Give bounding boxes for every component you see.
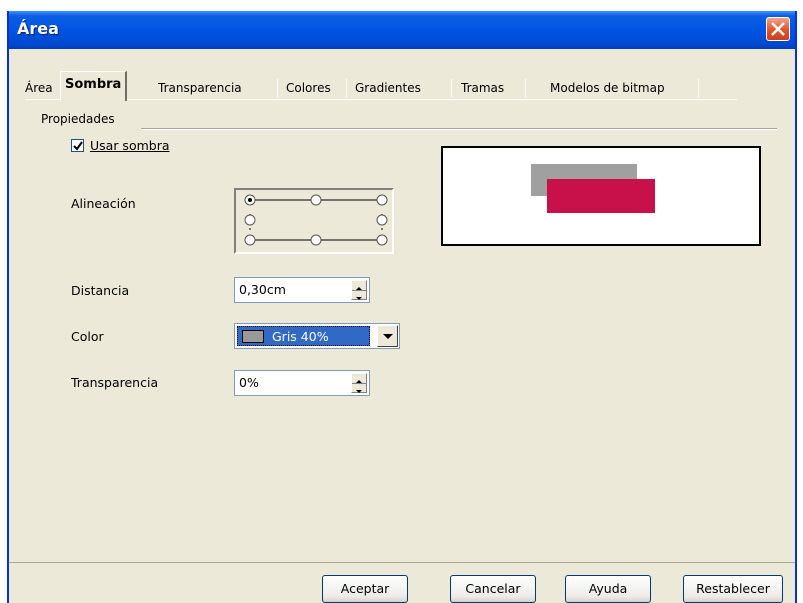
- color-dropdown-button[interactable]: [377, 325, 398, 347]
- color-selected-item[interactable]: Gris 40%: [237, 326, 370, 346]
- tab-separator: [525, 79, 526, 97]
- tab-separator: [698, 79, 699, 97]
- use-shadow-checkbox-row[interactable]: Usar sombra: [71, 138, 170, 153]
- checkmark-icon: [73, 141, 83, 151]
- spin-down-icon: [356, 297, 362, 300]
- tab-transparencia[interactable]: Transparencia: [158, 77, 242, 99]
- dropdown-arrow-icon: [383, 334, 393, 339]
- tab-colores[interactable]: Colores: [286, 77, 331, 99]
- close-button[interactable]: [766, 17, 790, 41]
- alignment-grid: [244, 194, 388, 246]
- window-title: Área: [17, 19, 59, 38]
- color-value: Gris 40%: [272, 329, 329, 344]
- alignment-radio-bottom-left[interactable]: [244, 234, 256, 246]
- properties-group-label: Propiedades: [41, 112, 115, 126]
- tab-area[interactable]: Área: [25, 77, 53, 99]
- alignment-selector[interactable]: [234, 188, 394, 254]
- shadow-tab-page: Propiedades Usar sombra Alineación Dista…: [23, 100, 785, 560]
- tab-tramas[interactable]: Tramas: [461, 77, 504, 99]
- close-icon: [771, 22, 785, 36]
- title-bar[interactable]: Área: [9, 11, 795, 49]
- color-label: Color: [71, 329, 104, 344]
- button-bar: Aceptar Cancelar Ayuda Restablecer: [9, 562, 795, 603]
- transparency-value[interactable]: 0%: [239, 375, 259, 390]
- color-swatch: [242, 330, 264, 343]
- transparency-spinbox[interactable]: 0%: [234, 370, 370, 396]
- alignment-label: Alineación: [71, 196, 136, 211]
- alignment-radio-middle-left[interactable]: [244, 214, 256, 226]
- distance-spin-down[interactable]: [352, 290, 366, 300]
- cancel-button[interactable]: Cancelar: [450, 575, 536, 603]
- distance-value[interactable]: 0,30cm: [239, 282, 286, 297]
- distance-spin-up[interactable]: [352, 281, 366, 290]
- alignment-radio-middle-right[interactable]: [376, 214, 388, 226]
- transparency-label: Transparencia: [71, 375, 159, 390]
- area-dialog: Área Área Sombra Transparencia Colores G…: [7, 11, 797, 603]
- transparency-spin-buttons: [351, 373, 367, 393]
- transparency-spin-up[interactable]: [352, 374, 366, 383]
- tab-separator: [451, 79, 452, 97]
- distance-spin-buttons: [351, 280, 367, 300]
- color-dropdown[interactable]: Gris 40%: [234, 323, 400, 349]
- preview-object: [547, 179, 655, 213]
- tab-gradientes[interactable]: Gradientes: [355, 77, 421, 99]
- tab-modelos-bitmap[interactable]: Modelos de bitmap: [550, 77, 665, 99]
- spin-down-icon: [356, 390, 362, 393]
- accept-button[interactable]: Aceptar: [322, 575, 408, 603]
- alignment-radio-bottom-right[interactable]: [376, 234, 388, 246]
- shadow-preview: [441, 146, 761, 246]
- use-shadow-label: Usar sombra: [90, 138, 170, 153]
- tab-baseline: [25, 99, 737, 100]
- alignment-radio-top-right[interactable]: [376, 194, 388, 206]
- group-separator: [141, 128, 777, 130]
- alignment-radio-top-center[interactable]: [310, 194, 322, 206]
- tab-separator: [346, 79, 347, 97]
- tab-sombra[interactable]: Sombra: [60, 71, 128, 101]
- tab-strip: Área Sombra Transparencia Colores Gradie…: [25, 71, 737, 101]
- help-button[interactable]: Ayuda: [565, 575, 651, 603]
- tab-separator: [277, 79, 278, 97]
- distance-spinbox[interactable]: 0,30cm: [234, 277, 370, 303]
- reset-button[interactable]: Restablecer: [683, 575, 783, 603]
- distance-label: Distancia: [71, 283, 130, 298]
- use-shadow-checkbox[interactable]: [71, 139, 84, 152]
- transparency-spin-down[interactable]: [352, 383, 366, 393]
- alignment-radio-bottom-center[interactable]: [310, 234, 322, 246]
- alignment-radio-top-left[interactable]: [244, 194, 256, 206]
